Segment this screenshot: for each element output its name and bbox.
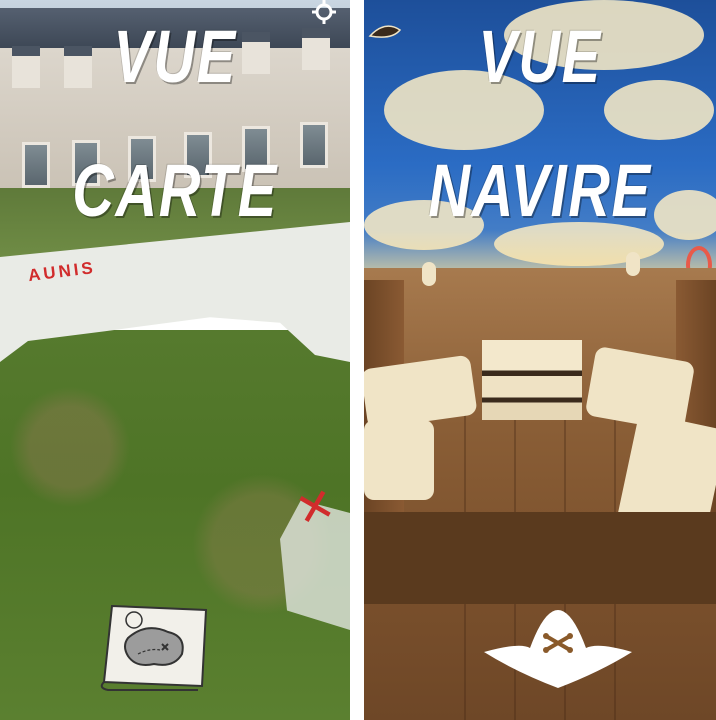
cannon-cover <box>364 420 434 500</box>
pirate-hat-button[interactable] <box>480 608 636 690</box>
map-view-title-line2: CARTE <box>72 149 278 232</box>
treasure-map-button[interactable] <box>98 598 212 692</box>
cargo-crate <box>482 340 582 420</box>
rail-post <box>626 252 640 276</box>
ship-icon <box>368 25 402 38</box>
map-view-panel: AUNIS ✕ VUE CARTE <box>0 0 350 720</box>
panel-divider <box>350 0 364 720</box>
ship-button[interactable] <box>368 20 402 44</box>
map-view-title-line1: VUE <box>113 15 237 98</box>
deck-beam <box>364 512 716 604</box>
dormer-window <box>12 46 40 88</box>
pirate-hat-icon <box>484 610 632 688</box>
ship-view-title-line2: NAVIRE <box>428 149 652 232</box>
settings-button[interactable] <box>310 0 338 26</box>
gear-icon <box>312 0 336 24</box>
treasure-map-scroll-icon <box>100 604 208 691</box>
rail-post <box>422 262 436 286</box>
ship-view-title-line1: VUE <box>478 15 602 98</box>
ship-view-panel: VUE NAVIRE <box>364 0 716 720</box>
